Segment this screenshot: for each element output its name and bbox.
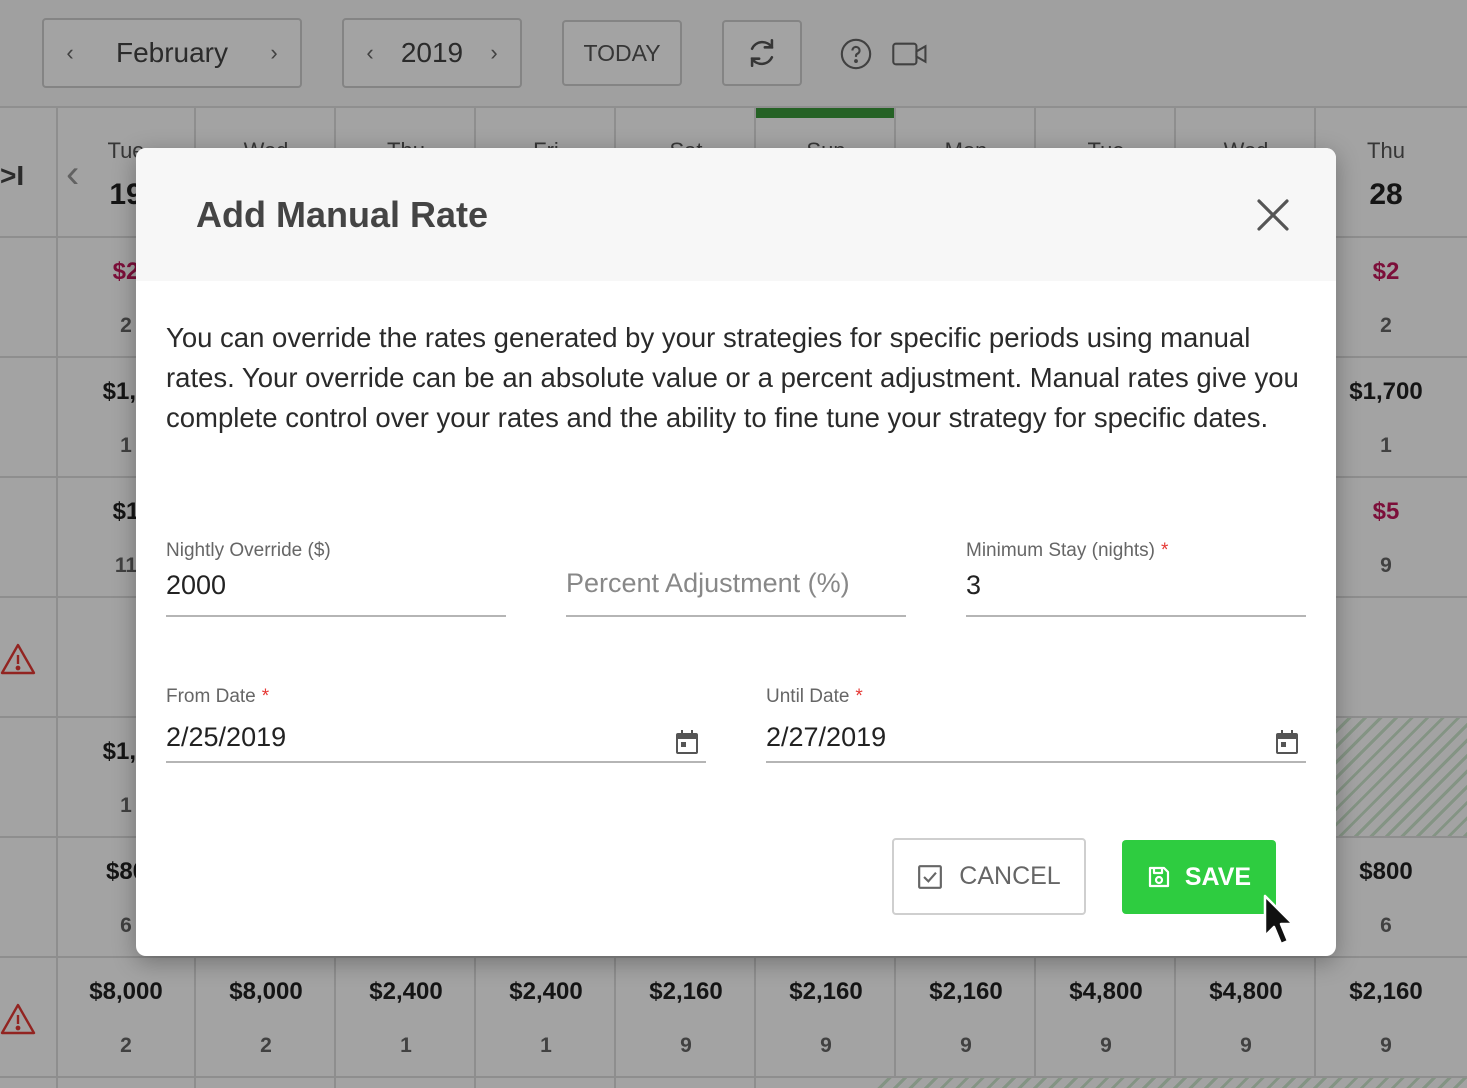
until-date-field[interactable]: Until Date * 2/27/2019 (766, 686, 1306, 766)
percent-adjustment-input[interactable]: Percent Adjustment (%) (566, 568, 850, 599)
nightly-override-label: Nightly Override ($) (166, 540, 331, 561)
nightly-override-input[interactable]: 2000 (166, 570, 226, 601)
save-button[interactable]: SAVE (1122, 840, 1276, 914)
close-icon[interactable] (1252, 194, 1294, 236)
dialog-title: Add Manual Rate (196, 194, 489, 235)
mouse-pointer-icon (1263, 894, 1295, 946)
dialog-description: You can override the rates generated by … (166, 322, 1299, 433)
cancel-button[interactable]: CANCEL (892, 838, 1086, 915)
nightly-override-field[interactable]: Nightly Override ($) 2000 (166, 540, 506, 620)
required-marker: * (855, 686, 863, 707)
required-marker: * (1161, 540, 1169, 561)
checkbox-icon (918, 864, 943, 889)
minimum-stay-input[interactable]: 3 (966, 570, 981, 601)
until-date-label: Until Date * (766, 686, 863, 707)
percent-adjustment-field[interactable]: Percent Adjustment (%) (566, 540, 906, 620)
cancel-label: CANCEL (959, 862, 1061, 890)
minimum-stay-field[interactable]: Minimum Stay (nights) * 3 (966, 540, 1306, 620)
save-label: SAVE (1184, 862, 1252, 891)
required-marker: * (261, 686, 270, 707)
calendar-icon[interactable] (1276, 730, 1298, 754)
from-date-label: From Date * (166, 686, 270, 707)
calendar-icon[interactable] (676, 730, 698, 754)
dialog-header: Add Manual Rate (136, 148, 1336, 281)
from-date-input[interactable]: 2/25/2019 (166, 722, 286, 753)
minimum-stay-label: Minimum Stay (nights) * (966, 540, 1169, 561)
until-date-input[interactable]: 2/27/2019 (766, 722, 886, 753)
save-icon (1148, 866, 1169, 888)
from-date-field[interactable]: From Date * 2/25/2019 (166, 686, 706, 766)
add-manual-rate-dialog: Add Manual Rate You can override the rat… (136, 148, 1336, 956)
